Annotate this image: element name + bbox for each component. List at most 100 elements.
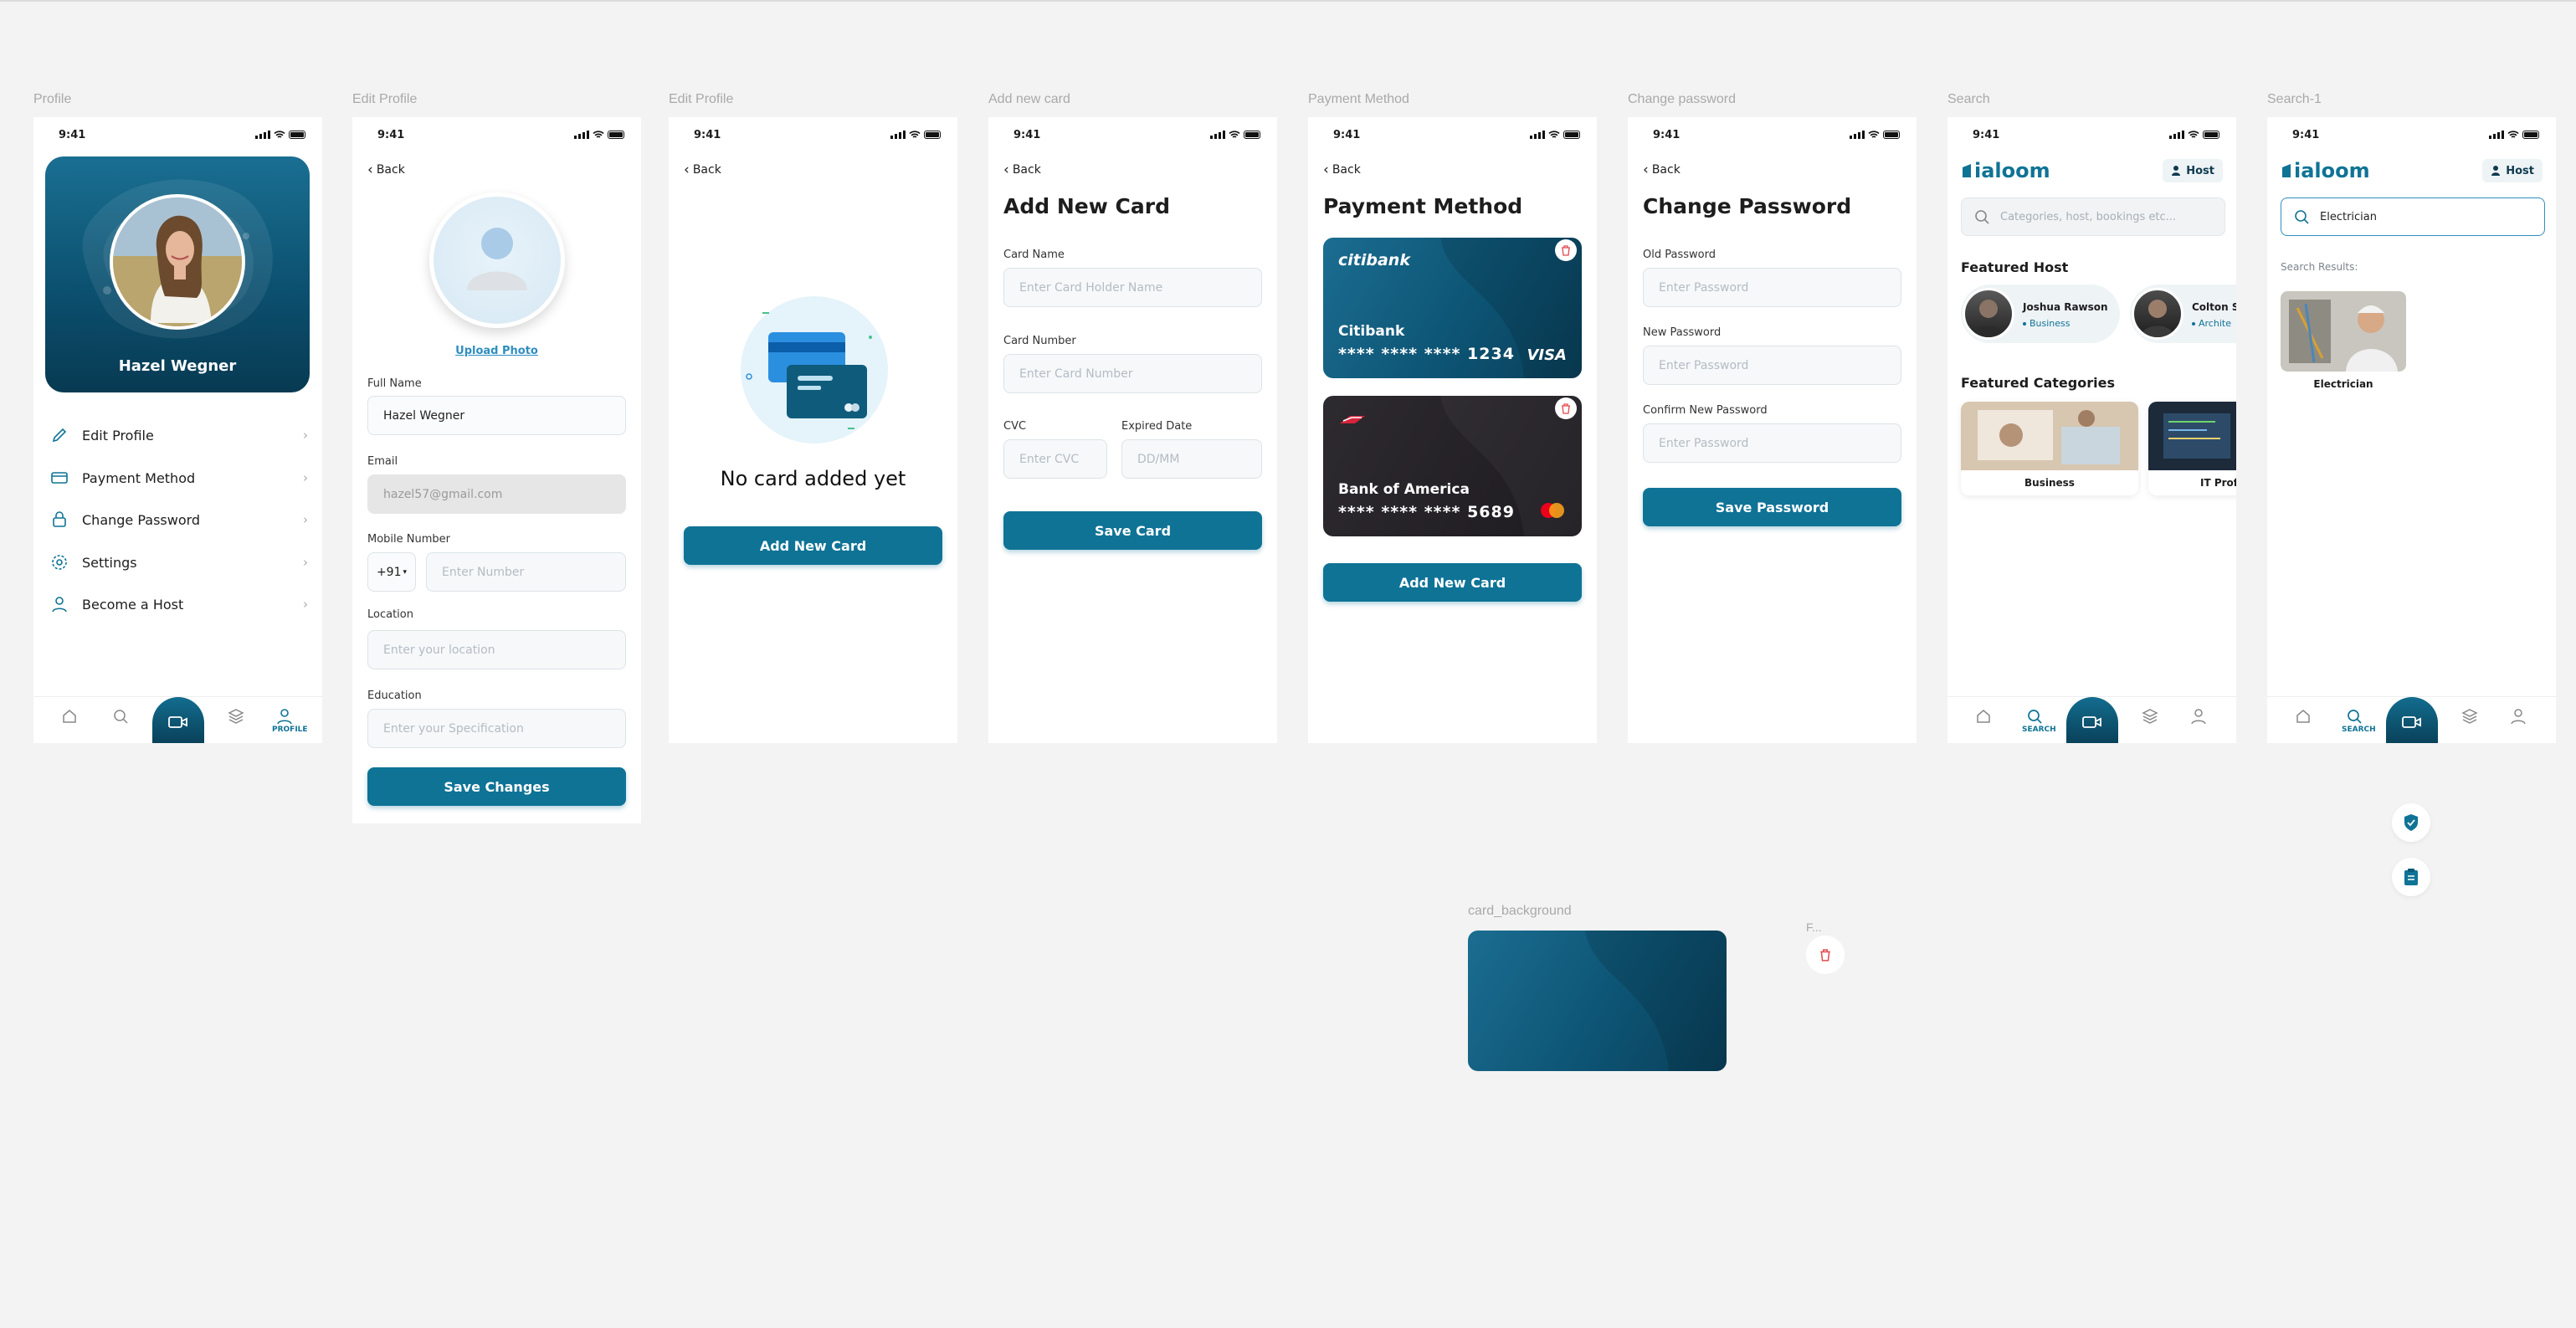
confirm-password-field[interactable]: Enter Password [1643,423,1901,463]
tab-home[interactable] [57,707,82,726]
tab-layers[interactable] [2457,707,2482,726]
mobile-field[interactable]: Enter Number [426,552,626,592]
tab-home[interactable] [2291,707,2316,726]
app-logo[interactable]: ialoom [2281,159,2370,182]
chevron-left-icon: ‹ [1323,162,1329,178]
menu-payment-method[interactable]: Payment Method › [49,466,308,490]
cvc-field[interactable]: Enter CVC [1003,439,1107,479]
tab-profile[interactable] [2506,707,2531,726]
profile-header-card: Hazel Wegner [45,156,310,392]
category-card-business[interactable]: Business [1961,402,2138,495]
save-password-button[interactable]: Save Password [1643,488,1901,526]
category-card-it[interactable]: IT Profe [2148,402,2236,495]
add-card-screen: 9:41 ‹ Back Add New Card Card Name Enter … [988,117,1277,743]
save-changes-button[interactable]: Save Changes [367,767,626,806]
tab-video[interactable] [2386,697,2438,743]
tab-layers[interactable] [223,707,249,726]
wifi-icon [2507,131,2519,138]
tab-search[interactable]: SEARCH [2022,707,2056,734]
no-card-screen: 9:41 ‹ Back No card added yet Add New Car… [669,117,957,743]
back-button[interactable]: ‹ Back [1643,163,1681,177]
add-new-card-button[interactable]: Add New Card [1323,563,1582,602]
user-icon [2511,709,2526,725]
tab-video[interactable] [2066,697,2118,743]
lock-icon [49,509,70,531]
tab-search[interactable] [108,707,133,726]
signal-icon [1210,131,1225,139]
battery-icon [2522,131,2539,139]
frame-title: Search-1 [2267,92,2322,106]
trash-button-component[interactable] [1806,936,1845,974]
citibank-card[interactable]: citibank Citibank **** **** **** 1234 VI… [1323,238,1582,378]
email-field[interactable]: hazel57@gmail.com [367,474,626,514]
country-code-select[interactable]: +91 ▾ [367,552,416,592]
back-button[interactable]: ‹ Back [367,163,405,177]
card-number-field[interactable]: Enter Card Number [1003,354,1262,393]
user-icon [2191,709,2206,725]
status-icons [2169,131,2219,139]
education-field[interactable]: Enter your Specification [367,709,626,748]
save-card-button[interactable]: Save Card [1003,511,1262,550]
back-button[interactable]: ‹ Back [684,163,721,177]
menu-settings[interactable]: Settings › [49,551,308,574]
tab-profile[interactable] [2186,707,2211,726]
empty-cards-illustration [741,296,888,444]
menu-label: Edit Profile [82,427,154,444]
category-image [2148,402,2236,470]
avatar[interactable] [110,194,245,330]
signal-icon [255,131,270,139]
trash-icon [1562,244,1570,256]
back-button[interactable]: ‹ Back [1323,163,1361,177]
education-label: Education [367,690,422,702]
delete-card-button[interactable] [1555,239,1577,261]
add-new-card-button[interactable]: Add New Card [684,526,942,565]
tab-layers[interactable] [2137,707,2163,726]
back-button[interactable]: ‹ Back [1003,163,1041,177]
tab-video[interactable] [152,697,204,743]
brand-name: ialoom [1974,159,2050,182]
new-password-field[interactable]: Enter Password [1643,346,1901,385]
status-time: 9:41 [1653,129,1681,141]
bank-of-america-card[interactable]: Bank of America **** **** **** 5689 [1323,396,1582,536]
old-password-field[interactable]: Enter Password [1643,268,1901,307]
menu-change-password[interactable]: Change Password › [49,508,308,531]
home-icon [63,710,76,723]
floating-shield-button[interactable] [2392,803,2430,842]
home-icon [2296,710,2310,723]
tab-home[interactable] [1971,707,1996,726]
brand-name: ialoom [2294,159,2370,182]
tab-search[interactable]: SEARCH [2342,707,2376,734]
card-number-label: Card Number [1003,335,1076,347]
search-input[interactable]: Categories, host, bookings etc... [1961,197,2225,236]
menu-label: Become a Host [82,596,184,613]
status-bar: 9:41 [669,127,957,144]
search-input[interactable]: Electrician [2281,197,2545,236]
chevron-right-icon: › [303,512,308,527]
host-toggle-button[interactable]: Host [2163,159,2223,182]
host-card[interactable]: Joshua Rawson Business [1961,285,2120,343]
tab-label: SEARCH [2022,726,2056,734]
trash-icon [1820,948,1830,961]
result-image [2281,291,2406,372]
category-image [1961,402,2138,470]
dot-icon [2192,321,2195,326]
floating-clipboard-button[interactable] [2392,858,2430,896]
full-name-field[interactable]: Hazel Wegner [367,396,626,435]
menu-edit-profile[interactable]: Edit Profile › [49,423,308,447]
host-card[interactable]: Colton S Archite [2130,285,2236,343]
upload-photo-link[interactable]: Upload Photo [352,345,641,357]
delete-card-button[interactable] [1555,397,1577,419]
avatar-placeholder[interactable] [429,192,565,328]
video-camera-icon [2082,716,2101,728]
tab-profile[interactable]: PROFILE [272,707,308,734]
chevron-right-icon: › [303,597,308,612]
card-name-field[interactable]: Enter Card Holder Name [1003,268,1262,307]
host-name: Colton S [2192,301,2236,313]
location-field[interactable]: Enter your location [367,630,626,669]
host-toggle-button[interactable]: Host [2482,159,2543,182]
expiry-field[interactable]: DD/MM [1121,439,1262,479]
search-result-card[interactable]: Electrician [2281,291,2406,392]
menu-become-host[interactable]: Become a Host › [49,592,308,616]
app-logo[interactable]: ialoom [1961,159,2050,182]
wifi-icon [1868,131,1880,138]
